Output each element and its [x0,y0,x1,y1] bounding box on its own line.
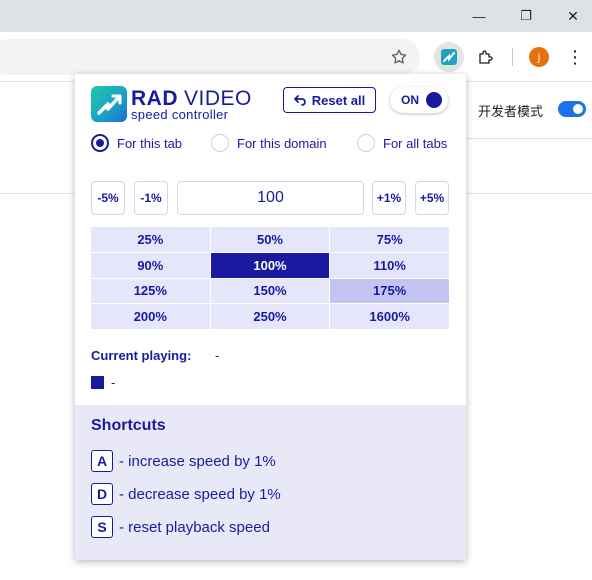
decrease-5-button[interactable]: -5% [91,181,125,215]
puzzle-icon [479,50,493,64]
toggle-label: ON [401,93,419,107]
scope-all-tabs[interactable]: For all tabs [357,134,447,152]
undo-icon [293,95,306,106]
media-value: - [111,375,116,390]
preset-110[interactable]: 110% [330,252,449,278]
close-window-button[interactable]: ✕ [550,0,592,32]
enable-toggle[interactable]: ON [390,87,448,113]
developer-mode-label: 开发者模式 [478,105,544,120]
speed-input[interactable] [177,181,364,215]
profile-avatar-button[interactable]: j [529,47,549,67]
shortcut-row: D - decrease speed by 1% [91,483,281,505]
preset-90[interactable]: 90% [91,252,210,278]
current-playing-label: Current playing: [91,348,192,363]
restore-icon: ❐ [520,8,532,23]
brand-subtitle: speed controller [131,107,229,122]
radio-this-domain[interactable] [211,134,229,152]
shortcuts-panel: Shortcuts A - increase speed by 1% D - d… [75,405,466,560]
decrease-1-button[interactable]: -1% [134,181,168,215]
shortcuts-title: Shortcuts [91,417,166,434]
scope-this-domain-label: For this domain [237,135,327,151]
minimize-button[interactable]: — [456,0,502,32]
address-bar[interactable] [0,39,420,75]
increase-1-label: +1% [376,191,402,205]
increase-5-button[interactable]: +5% [415,181,449,215]
restore-button[interactable]: ❐ [503,0,549,32]
media-indicator [91,376,104,389]
preset-1600[interactable]: 1600% [330,304,449,329]
current-playing-value: - [215,348,220,363]
preset-250[interactable]: 250% [210,304,330,329]
shortcut-row: S - reset playback speed [91,516,270,538]
preset-150[interactable]: 150% [210,278,330,304]
shortcut-description: - decrease speed by 1% [119,485,281,503]
shortcut-description: - increase speed by 1% [119,452,276,470]
extensions-menu-button[interactable] [471,42,501,72]
preset-50[interactable]: 50% [210,227,330,252]
increase-1-button[interactable]: +1% [372,181,406,215]
shortcut-key: A [91,450,113,472]
preset-grid: 25% 50% 75% 90% 100% 110% 125% 150% 175%… [91,227,449,329]
radio-all-tabs[interactable] [357,134,375,152]
preset-200[interactable]: 200% [91,304,210,329]
preset-25[interactable]: 25% [91,227,210,252]
scope-this-domain[interactable]: For this domain [211,134,327,152]
toolbar-divider [512,48,513,66]
extension-radvideo-button[interactable] [434,42,464,72]
increase-5-label: +5% [419,191,445,205]
reset-all-label: Reset all [311,92,366,108]
preset-125[interactable]: 125% [91,278,210,304]
reset-all-button[interactable]: Reset all [283,87,376,113]
lightning-logo-icon [97,94,122,115]
minimize-icon: — [472,8,486,24]
scope-this-tab-label: For this tab [117,135,183,151]
avatar: j [529,47,549,67]
scope-all-tabs-label: For all tabs [383,135,448,151]
scope-this-tab[interactable]: For this tab [91,134,182,152]
star-icon [391,49,407,64]
radvideo-logo [91,86,127,122]
developer-mode-toggle[interactable] [558,101,586,117]
shortcut-key: S [91,516,113,538]
radvideo-extension-icon [441,49,457,65]
shortcut-description: - reset playback speed [119,518,270,536]
browser-titlebar: — ❐ ✕ [0,0,592,32]
more-vert-icon: ⋮ [566,46,584,67]
page-divider [466,138,592,139]
close-icon: ✕ [567,7,579,24]
decrease-1-label: -1% [140,191,162,205]
preset-100[interactable]: 100% [210,252,330,278]
shortcut-row: A - increase speed by 1% [91,450,276,472]
bookmark-star-button[interactable] [384,42,414,72]
browser-menu-button[interactable]: ⋮ [560,42,590,72]
radio-this-tab[interactable] [91,134,109,152]
decrease-5-label: -5% [97,191,119,205]
radvideo-popup: RAD VIDEO speed controller Reset all ON … [75,74,466,560]
preset-75[interactable]: 75% [330,227,449,252]
toggle-knob [426,92,442,108]
shortcut-key: D [91,483,113,505]
preset-175[interactable]: 175% [330,278,449,304]
